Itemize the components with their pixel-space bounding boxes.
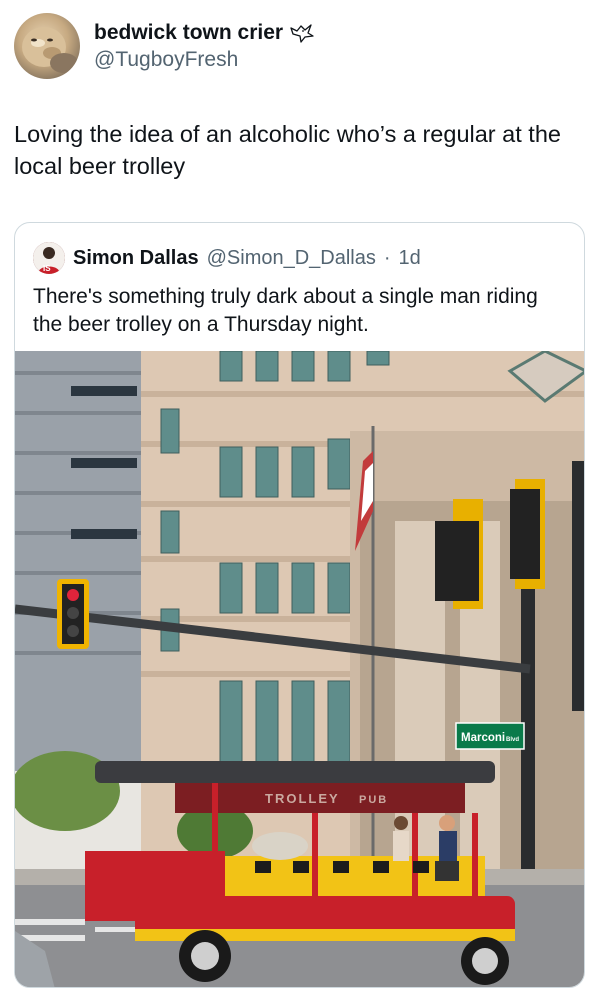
author-display-name[interactable]: bedwick town crier	[94, 21, 283, 45]
quoted-author-handle[interactable]: @Simon_D_Dallas	[207, 247, 376, 270]
quoted-author-avatar[interactable]: IS	[33, 242, 65, 274]
separator-dot: ·	[383, 246, 391, 269]
trolley-lettering: TROLLEY	[265, 791, 340, 806]
quoted-tweet-photo[interactable]: Marconi Blvd TROLLEY PUB	[15, 351, 584, 987]
quoted-tweet-timestamp[interactable]: 1d	[399, 247, 421, 270]
street-sign-text: Marconi	[461, 732, 505, 744]
author-handle[interactable]: @TugboyFresh	[94, 48, 238, 72]
quoted-tweet-card[interactable]: IS Simon Dallas @Simon_D_Dallas · 1d The…	[14, 222, 585, 988]
bird-outline-icon	[289, 22, 315, 44]
quoted-tweet-header: IS Simon Dallas @Simon_D_Dallas · 1d	[33, 241, 421, 275]
cat-avatar-image	[22, 27, 78, 73]
street-sign-suffix: Blvd	[506, 737, 519, 743]
quoted-author-display-name[interactable]: Simon Dallas	[73, 247, 199, 270]
author-avatar[interactable]	[14, 13, 80, 79]
quoted-tweet-text: There's something truly dark about a sin…	[33, 285, 538, 336]
street-scene-image: Marconi Blvd TROLLEY PUB	[15, 351, 584, 987]
tweet-text: Loving the idea of an alcoholic who’s a …	[14, 121, 561, 179]
trolley-lettering-2: PUB	[359, 794, 388, 806]
avatar-badge-text: IS	[43, 264, 51, 273]
tweet-header: bedwick town crier @TugboyFresh	[14, 13, 584, 81]
